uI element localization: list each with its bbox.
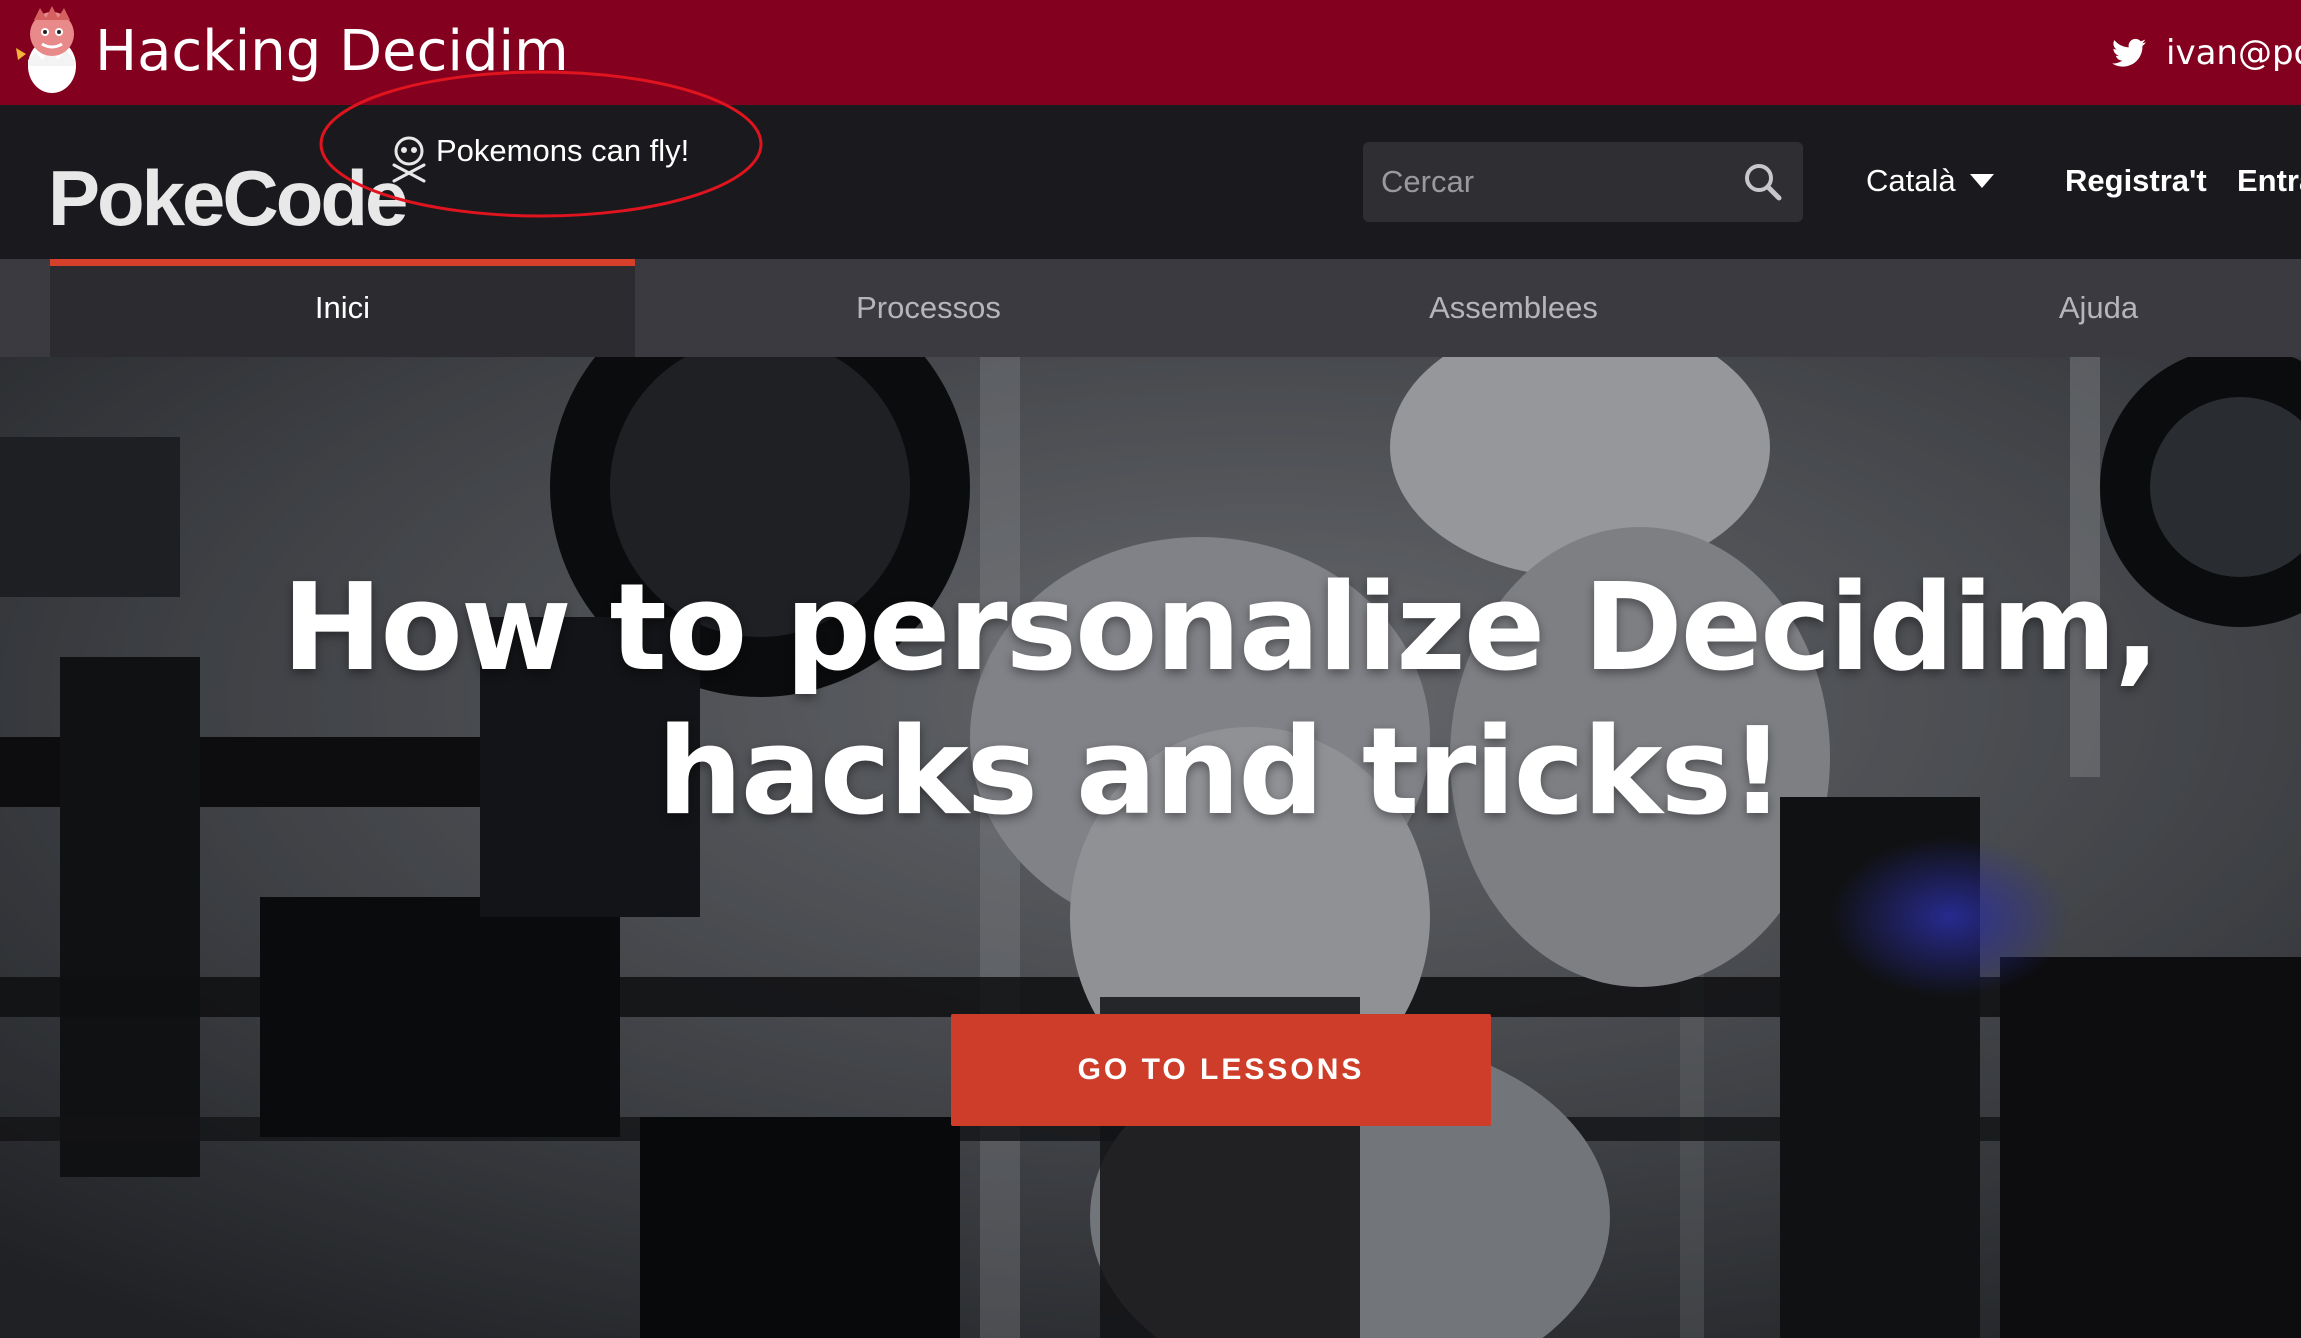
tab-assemblees[interactable]: Assemblees bbox=[1221, 259, 1806, 357]
site-header: PokeCode Pokemons can fly! Català Regist… bbox=[0, 105, 2301, 259]
language-select[interactable]: Català bbox=[1866, 159, 1994, 203]
hero-title-line-1: How to personalize Decidim, bbox=[281, 559, 2160, 698]
search-icon[interactable] bbox=[1741, 160, 1785, 204]
page: Hacking Decidim ivan@poke PokeCode Pokem… bbox=[0, 0, 2301, 1338]
twitter-handle-text: ivan@poke bbox=[2166, 33, 2301, 73]
login-link[interactable]: Entra bbox=[2237, 159, 2301, 203]
language-label: Català bbox=[1866, 163, 1956, 198]
skull-crossbones-icon bbox=[392, 136, 426, 183]
tab-inici[interactable]: Inici bbox=[50, 259, 635, 357]
hero-title-line-2: hacks and tricks! bbox=[657, 703, 1784, 842]
tab-ajuda[interactable]: Ajuda bbox=[1806, 259, 2301, 357]
twitter-handle[interactable]: ivan@poke bbox=[2112, 28, 2301, 78]
register-link[interactable]: Registra't bbox=[2065, 159, 2207, 203]
main-nav: Inici Processos Assemblees Ajuda bbox=[0, 259, 2301, 357]
hero-background-image bbox=[0, 357, 2301, 1338]
go-to-lessons-button[interactable]: GO TO LESSONS bbox=[951, 1014, 1491, 1126]
twitter-icon bbox=[2112, 38, 2146, 67]
slide-title-bar: Hacking Decidim ivan@poke bbox=[0, 0, 2301, 105]
site-tagline: Pokemons can fly! bbox=[436, 133, 690, 168]
pokemon-egg-icon bbox=[16, 6, 76, 93]
brand-logo[interactable]: PokeCode bbox=[48, 153, 408, 243]
hero-banner: How to personalize Decidim, hacks and tr… bbox=[0, 357, 2301, 1338]
caret-down-icon bbox=[1969, 174, 1994, 188]
hero-title: How to personalize Decidim, hacks and tr… bbox=[150, 557, 2290, 845]
search-box bbox=[1363, 142, 1803, 222]
tab-processos[interactable]: Processos bbox=[636, 259, 1221, 357]
search-input[interactable] bbox=[1363, 142, 1733, 222]
slide-title: Hacking Decidim bbox=[95, 19, 569, 84]
